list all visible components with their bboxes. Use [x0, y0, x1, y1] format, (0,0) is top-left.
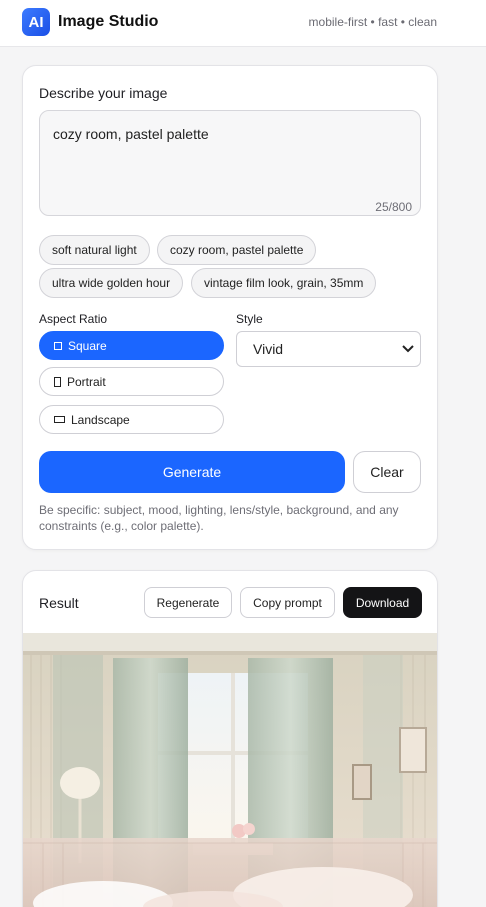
prompt-hint: Be specific: subject, mood, lighting, le… [39, 503, 399, 533]
prompt-label: Describe your image [39, 85, 168, 101]
style-selected-value: Vivid [253, 341, 284, 357]
aspect-ratio-label: Aspect Ratio [39, 312, 108, 326]
char-counter: 25/800 [375, 200, 412, 214]
generated-image [23, 633, 437, 907]
prompt-text: cozy room, pastel palette [53, 126, 209, 142]
portrait-icon [54, 376, 61, 387]
app-logo: AI [22, 8, 50, 36]
download-button[interactable]: Download [343, 587, 422, 618]
copy-prompt-button[interactable]: Copy prompt [240, 587, 335, 618]
result-title: Result [39, 595, 79, 611]
aspect-portrait-button[interactable]: Portrait [39, 367, 224, 396]
chevron-down-icon [402, 345, 414, 353]
prompt-suggestion-chip[interactable]: soft natural light [39, 235, 150, 265]
square-icon [54, 341, 62, 350]
aspect-option-label: Landscape [71, 412, 130, 427]
result-card: Result Regenerate Copy prompt Download [22, 570, 438, 907]
prompt-textarea[interactable]: cozy room, pastel palette 25/800 [39, 110, 421, 216]
regenerate-button[interactable]: Regenerate [144, 587, 232, 618]
aspect-option-label: Square [68, 338, 107, 353]
aspect-option-label: Portrait [67, 374, 106, 389]
style-select[interactable]: Vivid [236, 331, 421, 367]
app-title: Image Studio [58, 13, 159, 30]
app-tagline: mobile-first • fast • clean [308, 15, 437, 29]
top-bar: AI Image Studio mobile-first • fast • cl… [0, 0, 486, 47]
prompt-suggestion-chip[interactable]: cozy room, pastel palette [157, 235, 317, 265]
style-label: Style [236, 312, 263, 326]
prompt-suggestion-chip[interactable]: vintage film look, grain, 35mm [191, 268, 377, 298]
generate-button[interactable]: Generate [39, 451, 345, 493]
prompt-suggestion-chip[interactable]: ultra wide golden hour [39, 268, 184, 298]
aspect-square-button[interactable]: Square [39, 331, 224, 360]
aspect-landscape-button[interactable]: Landscape [39, 405, 224, 434]
clear-button[interactable]: Clear [353, 451, 421, 493]
landscape-icon [54, 416, 65, 423]
prompt-card: Describe your image cozy room, pastel pa… [22, 65, 438, 550]
